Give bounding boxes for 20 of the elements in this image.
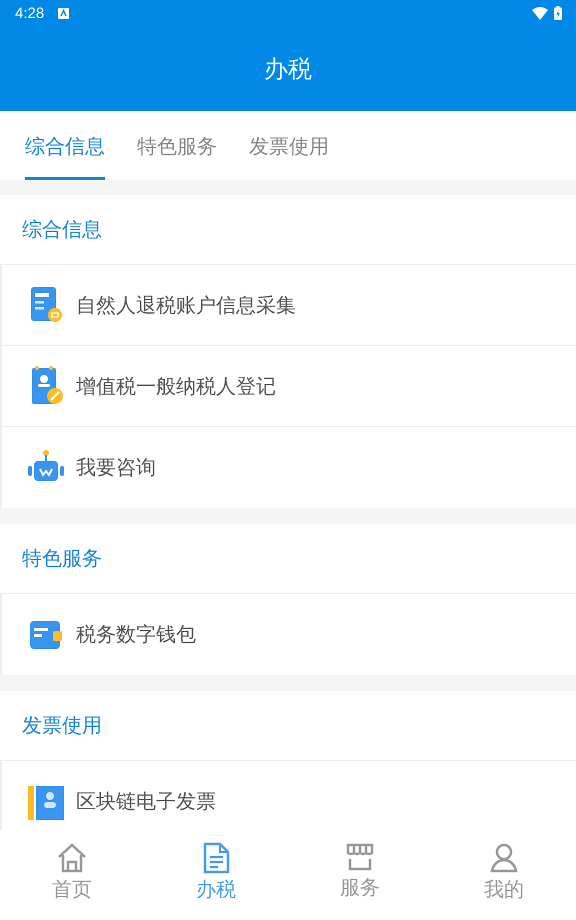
status-time: 4:28 bbox=[15, 4, 44, 22]
nav-tab[interactable]: 服务 bbox=[288, 830, 432, 920]
store-icon bbox=[345, 842, 375, 872]
home-icon bbox=[56, 842, 88, 874]
section-title: 特色服务 bbox=[22, 545, 102, 572]
nav-tab[interactable]: 办税 bbox=[144, 830, 288, 920]
nav-tab[interactable]: 首页 bbox=[0, 830, 144, 920]
nav-tab[interactable]: 我的 bbox=[432, 830, 576, 920]
notification-icon bbox=[58, 8, 70, 18]
service-item[interactable]: 自然人退税账户信息采集 bbox=[0, 265, 576, 346]
person-icon bbox=[490, 842, 518, 874]
battery-icon bbox=[554, 6, 562, 20]
wifi-icon bbox=[532, 6, 548, 20]
section-title: 综合信息 bbox=[22, 216, 102, 243]
service-item[interactable]: 增值税一般纳税人登记 bbox=[0, 346, 576, 427]
tab[interactable]: 发票使用 bbox=[249, 111, 329, 180]
section-title: 发票使用 bbox=[22, 712, 102, 739]
page-title: 办税 bbox=[264, 54, 312, 84]
document-icon bbox=[202, 842, 230, 874]
tab[interactable]: 特色服务 bbox=[137, 111, 217, 180]
